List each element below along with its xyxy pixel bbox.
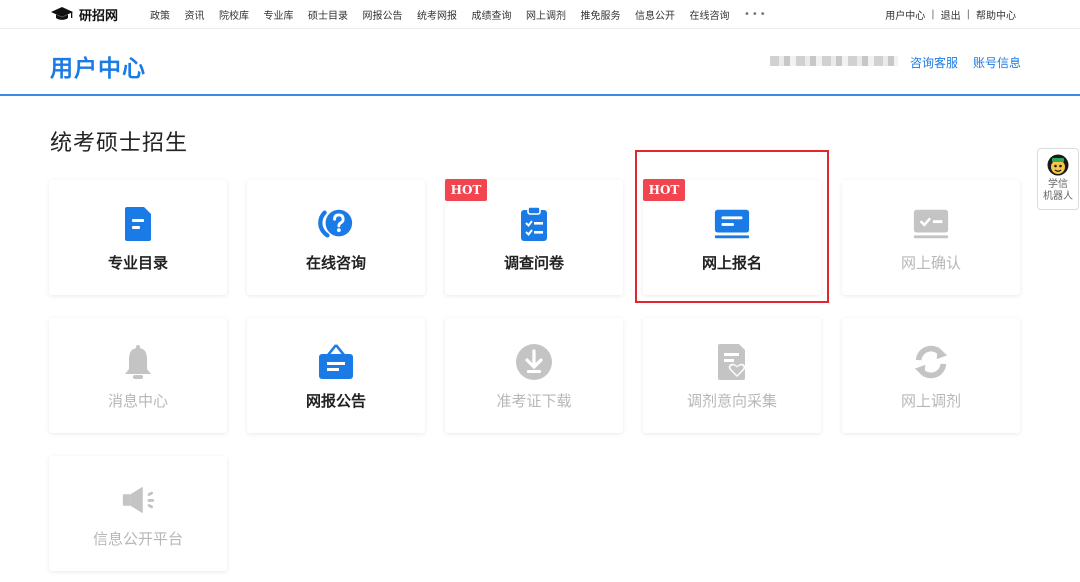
card-label: 调查问卷 [503,254,564,272]
page-title: 用户中心 [50,56,146,82]
card-online-confirmation[interactable]: 网上确认 [842,180,1020,295]
card-online-consult[interactable]: 在线咨询 [247,180,425,295]
user-center-link[interactable]: 用户中心 [885,7,925,22]
divider: | [931,9,935,20]
nav-item-schools[interactable]: 院校库 [219,7,249,22]
card-survey[interactable]: HOT 调查问卷 [445,179,623,295]
card-label: 在线咨询 [305,254,366,272]
card-label: 专业目录 [107,254,168,272]
monitor-check-icon [912,205,950,243]
robot-label-line1: 学信 [1048,179,1068,190]
nav-item-info-disclosure[interactable]: 信息公开 [635,7,675,22]
card-label: 信息公开平台 [92,530,183,548]
clipboard-checklist-icon [515,205,553,243]
page-header: 用户中心 咨询客服 账号信息 [0,29,1080,96]
help-center-link[interactable]: 帮助中心 [976,7,1016,22]
card-online-adjustment[interactable]: 网上调剂 [842,318,1020,433]
card-label: 网上确认 [900,254,961,272]
nav-item-registration-notice[interactable]: 网报公告 [363,7,403,22]
question-chat-icon [317,205,355,243]
download-icon [515,343,553,381]
masked-username [770,56,898,66]
card-info-disclosure-platform[interactable]: 信息公开平台 [49,456,227,571]
card-online-registration[interactable]: HOT 网上报名 [643,179,821,295]
document-icon [119,205,157,243]
document-heart-icon [713,343,751,381]
card-registration-notice[interactable]: 网报公告 [247,318,425,433]
logout-link[interactable]: 退出 [941,7,961,22]
refresh-icon [912,343,950,381]
logo-text: 研招网 [79,8,119,24]
card-label: 调剂意向采集 [686,392,777,410]
account-info-link[interactable]: 账号信息 [973,54,1021,71]
hot-badge: HOT [445,179,487,201]
nav-item-policy[interactable]: 政策 [150,7,170,22]
hot-badge: HOT [643,179,685,201]
card-message-center[interactable]: 消息中心 [49,318,227,433]
nav-item-online-adjustment[interactable]: 网上调剂 [526,7,566,22]
nav-more-icon[interactable]: ••• [744,9,768,20]
card-major-catalog[interactable]: 专业目录 [49,180,227,295]
bell-icon [119,343,157,381]
card-label: 网报公告 [305,392,366,410]
top-nav-bar: 研招网 政策 资讯 院校库 专业库 硕士目录 网报公告 统考网报 成绩查询 网上… [0,0,1080,29]
top-right-links: 用户中心 | 退出 | 帮助中心 [885,0,1016,29]
notice-board-icon [317,343,355,381]
nav-item-news[interactable]: 资讯 [185,7,205,22]
site-logo[interactable]: 研招网 [50,4,118,24]
card-label: 网上报名 [701,254,762,272]
divider: | [966,9,970,20]
card-label: 网上调剂 [900,392,961,410]
card-adjustment-intent-collection[interactable]: 调剂意向采集 [643,318,821,433]
main-nav: 政策 资讯 院校库 专业库 硕士目录 网报公告 统考网报 成绩查询 网上调剂 推… [150,0,768,29]
robot-label-line2: 机器人 [1043,191,1073,202]
robot-avatar-icon [1047,154,1069,176]
card-label: 消息中心 [107,392,168,410]
nav-item-online-consult[interactable]: 在线咨询 [690,7,730,22]
nav-item-master-catalog[interactable]: 硕士目录 [308,7,348,22]
nav-item-exemption-service[interactable]: 推免服务 [581,7,621,22]
xuexin-robot-widget[interactable]: 学信 机器人 [1037,148,1079,210]
nav-item-score-query[interactable]: 成绩查询 [472,7,512,22]
consult-service-link[interactable]: 咨询客服 [910,54,958,71]
monitor-icon [713,205,751,243]
graduation-cap-icon [51,7,73,20]
nav-item-majors[interactable]: 专业库 [264,7,294,22]
card-admission-ticket-download[interactable]: 准考证下载 [445,318,623,433]
megaphone-icon [119,481,157,519]
nav-item-unified-registration[interactable]: 统考网报 [417,7,457,22]
card-label: 准考证下载 [496,392,572,410]
section-title: 统考硕士招生 [50,131,189,156]
